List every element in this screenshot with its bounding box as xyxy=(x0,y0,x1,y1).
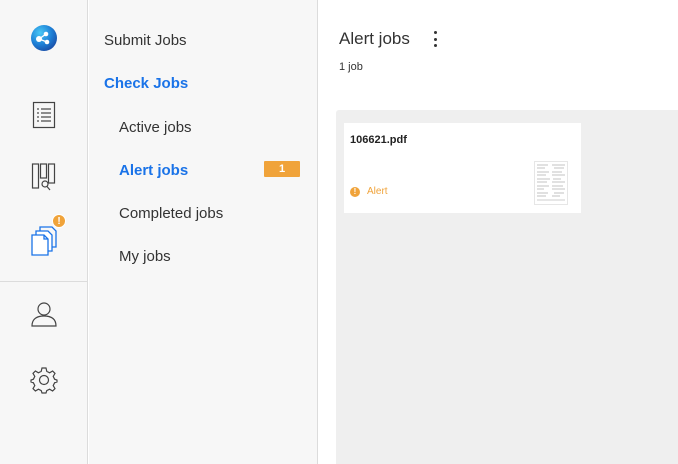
app-logo-button[interactable] xyxy=(26,20,62,56)
menu-check-jobs[interactable]: Check Jobs xyxy=(104,75,188,92)
menu-active-jobs[interactable]: Active jobs xyxy=(119,119,192,136)
kebab-dot-icon xyxy=(433,31,437,34)
alert-jobs-count-badge: 1 xyxy=(264,161,300,177)
job-card[interactable]: 106621.pdf ! Alert xyxy=(344,123,581,213)
menu-my-jobs[interactable]: My jobs xyxy=(119,248,171,265)
jobs-menu: Submit Jobs Check Jobs Active jobs Alert… xyxy=(89,0,318,464)
documents-button[interactable] xyxy=(26,223,62,259)
main-content: Alert jobs 1 job 106621.pdf ! Alert xyxy=(319,0,678,464)
menu-submit-jobs[interactable]: Submit Jobs xyxy=(104,32,187,49)
job-count: 1 job xyxy=(339,61,363,73)
rail-divider xyxy=(0,281,88,282)
list-icon xyxy=(32,101,56,129)
kebab-dot-icon xyxy=(433,37,437,41)
jobs-board: 106621.pdf ! Alert xyxy=(336,110,678,464)
more-options-button[interactable] xyxy=(431,31,439,47)
job-file-name: 106621.pdf xyxy=(350,134,407,146)
alert-badge: ! xyxy=(52,214,66,228)
user-button[interactable] xyxy=(26,296,62,332)
alert-status-icon: ! xyxy=(350,187,360,197)
user-icon xyxy=(31,302,57,327)
menu-completed-jobs[interactable]: Completed jobs xyxy=(119,205,223,222)
job-status: Alert xyxy=(367,186,388,197)
documents-icon xyxy=(31,226,57,256)
page-title: Alert jobs xyxy=(339,29,410,48)
app-logo-icon xyxy=(31,25,57,51)
board-search-button[interactable] xyxy=(26,159,62,195)
gear-icon xyxy=(30,367,58,394)
menu-alert-jobs[interactable]: Alert jobs xyxy=(119,162,188,179)
list-button[interactable] xyxy=(26,97,62,133)
board-search-icon xyxy=(31,163,56,191)
icon-rail: ! xyxy=(0,0,88,464)
document-thumbnail-icon xyxy=(534,161,568,205)
kebab-dot-icon xyxy=(433,44,437,47)
settings-button[interactable] xyxy=(26,362,62,398)
